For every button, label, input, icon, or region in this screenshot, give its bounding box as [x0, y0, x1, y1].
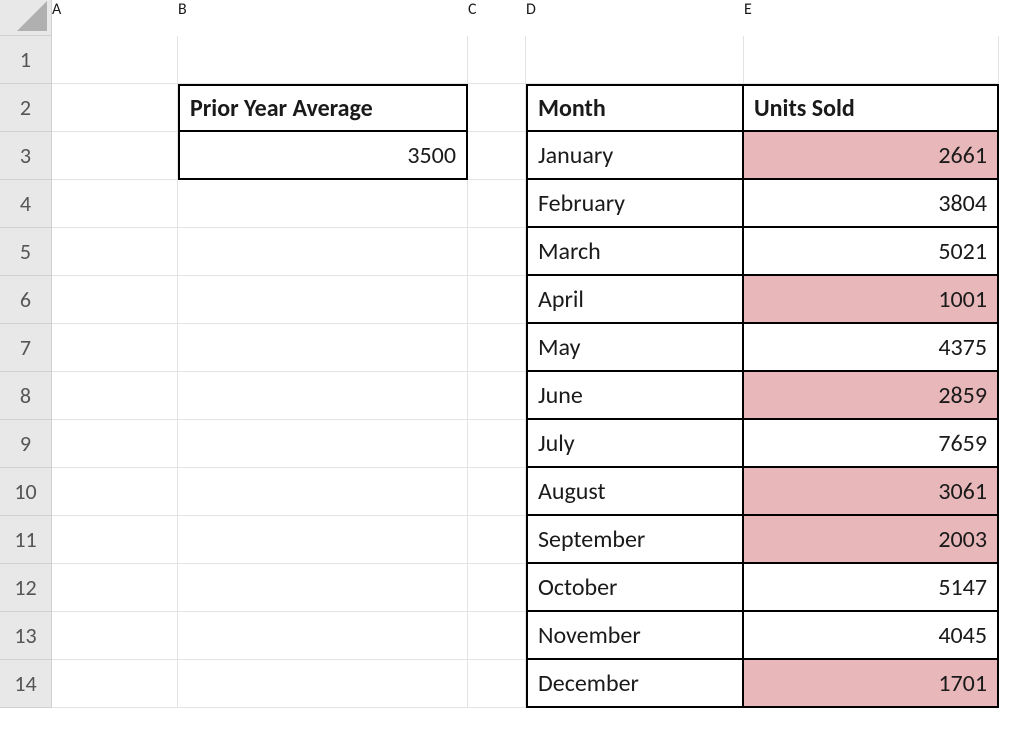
cell-B6[interactable]	[178, 276, 468, 324]
row-header-1[interactable]: 1	[0, 36, 52, 84]
cell-B8[interactable]	[178, 372, 468, 420]
row-header-13[interactable]: 13	[0, 612, 52, 660]
row-header-2[interactable]: 2	[0, 84, 52, 132]
row-header-5[interactable]: 5	[0, 228, 52, 276]
cell-A14[interactable]	[52, 660, 178, 708]
cell-D12[interactable]: October	[526, 564, 744, 612]
cell-D10[interactable]: August	[526, 468, 744, 516]
cell-E7[interactable]: 4375	[744, 324, 999, 372]
cell-C1[interactable]	[468, 36, 526, 84]
cell-B5[interactable]	[178, 228, 468, 276]
row-header-11[interactable]: 11	[0, 516, 52, 564]
cell-D11[interactable]: September	[526, 516, 744, 564]
cell-D5[interactable]: March	[526, 228, 744, 276]
cell-E14[interactable]: 1701	[744, 660, 999, 708]
cell-C5[interactable]	[468, 228, 526, 276]
cell-D3[interactable]: January	[526, 132, 744, 180]
cell-A4[interactable]	[52, 180, 178, 228]
cell-B7[interactable]	[178, 324, 468, 372]
cell-A3[interactable]	[52, 132, 178, 180]
cell-E12[interactable]: 5147	[744, 564, 999, 612]
cell-D13[interactable]: November	[526, 612, 744, 660]
cell-A5[interactable]	[52, 228, 178, 276]
cell-A1[interactable]	[52, 36, 178, 84]
cell-E10[interactable]: 3061	[744, 468, 999, 516]
col-header-C[interactable]: C	[468, 0, 526, 36]
cell-C12[interactable]	[468, 564, 526, 612]
cell-B3[interactable]: 3500	[178, 132, 468, 180]
cell-C2[interactable]	[468, 84, 526, 132]
cell-D8[interactable]: June	[526, 372, 744, 420]
cell-C14[interactable]	[468, 660, 526, 708]
cell-B14[interactable]	[178, 660, 468, 708]
cell-C6[interactable]	[468, 276, 526, 324]
cell-A6[interactable]	[52, 276, 178, 324]
col-header-E[interactable]: E	[744, 0, 999, 36]
row-header-6[interactable]: 6	[0, 276, 52, 324]
cell-E4[interactable]: 3804	[744, 180, 999, 228]
cell-D14[interactable]: December	[526, 660, 744, 708]
col-header-D[interactable]: D	[526, 0, 744, 36]
row-header-7[interactable]: 7	[0, 324, 52, 372]
cell-E1[interactable]	[744, 36, 999, 84]
col-header-A[interactable]: A	[52, 0, 178, 36]
cell-A2[interactable]	[52, 84, 178, 132]
cell-E8[interactable]: 2859	[744, 372, 999, 420]
cell-B11[interactable]	[178, 516, 468, 564]
cell-C8[interactable]	[468, 372, 526, 420]
cell-A9[interactable]	[52, 420, 178, 468]
cell-E13[interactable]: 4045	[744, 612, 999, 660]
row-header-14[interactable]: 14	[0, 660, 52, 708]
row-header-10[interactable]: 10	[0, 468, 52, 516]
cell-E6[interactable]: 1001	[744, 276, 999, 324]
cell-B4[interactable]	[178, 180, 468, 228]
cell-D4[interactable]: February	[526, 180, 744, 228]
cell-E5[interactable]: 5021	[744, 228, 999, 276]
cell-B10[interactable]	[178, 468, 468, 516]
spreadsheet-grid[interactable]: A B C D E 1 2 Prior Year Average Month U…	[0, 0, 1024, 708]
cell-B2[interactable]: Prior Year Average	[178, 84, 468, 132]
cell-C9[interactable]	[468, 420, 526, 468]
cell-D9[interactable]: July	[526, 420, 744, 468]
cell-C7[interactable]	[468, 324, 526, 372]
cell-D7[interactable]: May	[526, 324, 744, 372]
cell-D2[interactable]: Month	[526, 84, 744, 132]
cell-C13[interactable]	[468, 612, 526, 660]
col-header-B[interactable]: B	[178, 0, 468, 36]
cell-A10[interactable]	[52, 468, 178, 516]
cell-C4[interactable]	[468, 180, 526, 228]
cell-B1[interactable]	[178, 36, 468, 84]
cell-A8[interactable]	[52, 372, 178, 420]
cell-E11[interactable]: 2003	[744, 516, 999, 564]
row-header-9[interactable]: 9	[0, 420, 52, 468]
cell-B9[interactable]	[178, 420, 468, 468]
select-all-corner[interactable]	[0, 0, 52, 36]
cell-E2[interactable]: Units Sold	[744, 84, 999, 132]
cell-E3[interactable]: 2661	[744, 132, 999, 180]
row-header-8[interactable]: 8	[0, 372, 52, 420]
cell-E9[interactable]: 7659	[744, 420, 999, 468]
row-header-3[interactable]: 3	[0, 132, 52, 180]
row-header-12[interactable]: 12	[0, 564, 52, 612]
cell-B13[interactable]	[178, 612, 468, 660]
cell-A7[interactable]	[52, 324, 178, 372]
cell-C10[interactable]	[468, 468, 526, 516]
cell-D1[interactable]	[526, 36, 744, 84]
cell-B12[interactable]	[178, 564, 468, 612]
cell-D6[interactable]: April	[526, 276, 744, 324]
cell-A12[interactable]	[52, 564, 178, 612]
row-header-4[interactable]: 4	[0, 180, 52, 228]
cell-C3[interactable]	[468, 132, 526, 180]
cell-C11[interactable]	[468, 516, 526, 564]
cell-A11[interactable]	[52, 516, 178, 564]
cell-A13[interactable]	[52, 612, 178, 660]
